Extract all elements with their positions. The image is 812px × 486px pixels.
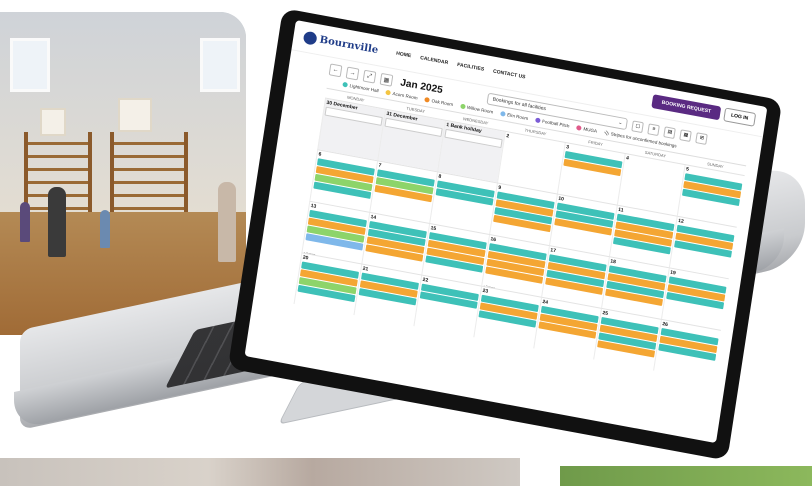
photo-person	[100, 210, 110, 248]
calendar-day[interactable]: 30 December	[317, 98, 385, 161]
calendar-day[interactable]: 19	[661, 268, 729, 330]
legend-label: Oak Room	[431, 98, 454, 108]
grass-photo	[560, 466, 812, 486]
legend-dot	[424, 96, 430, 103]
logo-icon	[302, 30, 318, 46]
calendar-day[interactable]: 20	[293, 253, 362, 315]
bottom-photo	[0, 458, 520, 486]
photo-window	[10, 38, 50, 92]
booking-request-button[interactable]: BOOKING REQUEST	[651, 94, 722, 121]
nav-home[interactable]: HOME	[396, 51, 412, 60]
calendar-day[interactable]: 5	[676, 165, 745, 227]
chevron-down-icon: ⌄	[617, 119, 623, 127]
calendar-day[interactable]: 1 Bank holiday	[437, 120, 505, 183]
site-logo[interactable]: Bournville	[302, 30, 379, 56]
legend-label: Elm Room	[506, 112, 529, 121]
calendar-day[interactable]: 26	[653, 319, 721, 382]
logo-text: Bournville	[318, 34, 379, 56]
legend-dot	[459, 103, 466, 110]
view-week-icon[interactable]: ▤	[663, 125, 677, 139]
legend-dot	[385, 89, 391, 96]
calendar-day[interactable]: 11	[609, 205, 677, 268]
prev-arrow-icon[interactable]: ←	[328, 63, 343, 78]
view-month-icon[interactable]: ▦	[679, 128, 693, 142]
legend-item: MUGA	[576, 125, 597, 134]
calendar-day[interactable]: 22	[413, 275, 482, 338]
calendar-day[interactable]: 16 + 2 more	[481, 234, 549, 297]
calendar-day[interactable]: 13 + 2 more	[301, 201, 370, 264]
legend-label: Willow Room	[466, 104, 494, 115]
photo-person	[48, 187, 66, 257]
calendar-day[interactable]: 9	[489, 183, 557, 246]
calendar-day[interactable]: 6	[309, 150, 378, 212]
legend-label: Football Pitch	[541, 118, 570, 129]
legend-dot	[576, 125, 582, 131]
calendar-day[interactable]: 18	[601, 257, 669, 319]
view-day-icon[interactable]: ▢	[631, 119, 645, 133]
view-grid-icon[interactable]: ⊞	[695, 131, 709, 145]
photo-wall-bars	[110, 132, 188, 212]
legend-item: Oak Room	[424, 96, 454, 108]
stripes-icon	[603, 130, 610, 136]
nav-contact[interactable]: CONTACT US	[493, 69, 526, 81]
legend-item: Elm Room	[499, 110, 529, 121]
calendar-day[interactable]: 21	[353, 264, 422, 327]
calendar-day[interactable]: 8	[429, 172, 497, 234]
legend-dot	[499, 110, 506, 117]
calendar-day[interactable]: 23	[473, 286, 542, 349]
legend-label: MUGA	[583, 126, 598, 134]
calendar-day[interactable]: 4	[616, 153, 685, 216]
photo-poster	[118, 98, 152, 132]
login-button[interactable]: LOG IN	[722, 107, 757, 127]
view-list-icon[interactable]: ≡	[647, 122, 661, 136]
calendar-day[interactable]: 2	[497, 131, 565, 194]
photo-person	[218, 182, 236, 262]
calendar-day[interactable]: 15	[421, 223, 490, 286]
calendar-day[interactable]: 24	[533, 297, 601, 360]
calendar-icon[interactable]: ▦	[379, 72, 394, 87]
calendar-day[interactable]: 3	[556, 142, 625, 205]
legend-dot	[342, 81, 349, 88]
nav-calendar[interactable]: CALENDAR	[420, 55, 449, 66]
calendar-day[interactable]: 31 December	[377, 109, 445, 172]
next-arrow-icon[interactable]: →	[345, 66, 360, 81]
legend-label: Acorn Room	[392, 91, 418, 101]
hall-photo	[0, 12, 246, 335]
calendar-day[interactable]: 25	[593, 308, 661, 371]
photo-window	[200, 38, 240, 92]
nav-facilities[interactable]: FACILITIES	[457, 62, 485, 73]
calendar-day[interactable]: 12	[668, 216, 737, 279]
calendar-day[interactable]: 14	[361, 212, 430, 275]
calendar-day[interactable]: 17	[541, 246, 609, 308]
photo-person	[20, 202, 30, 242]
calendar-day[interactable]: 10	[549, 194, 617, 257]
legend-dot	[534, 117, 541, 124]
expand-icon[interactable]: ⤢	[362, 69, 377, 84]
calendar-day[interactable]: 7	[369, 161, 437, 223]
